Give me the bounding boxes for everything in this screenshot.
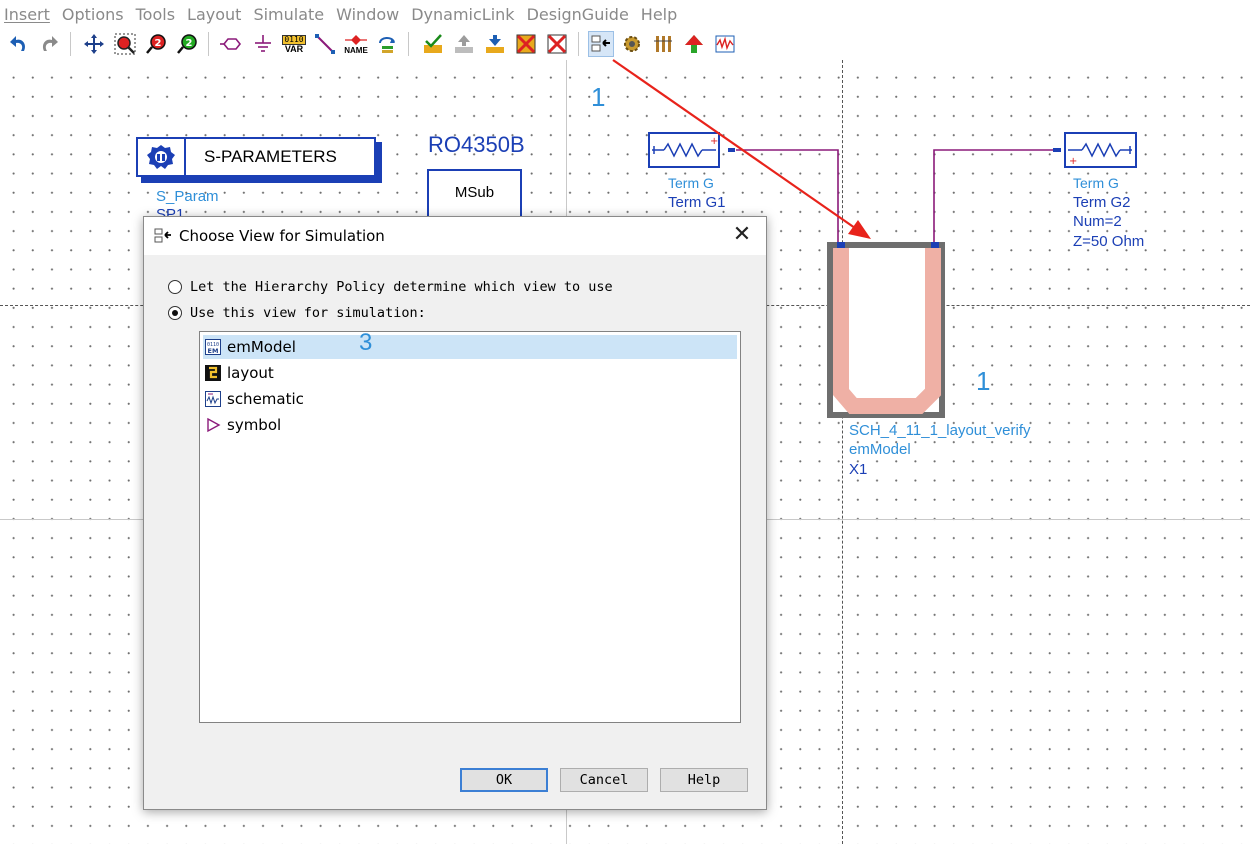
radio-button[interactable] [168,280,182,294]
list-item-label: layout [227,364,274,382]
choose-view-dialog: Choose View for Simulation ✕ Let the Hie… [143,216,767,810]
cancel-button[interactable]: Cancel [560,768,648,792]
view-list[interactable]: 0110 EM emModel layout schematic symbol [199,331,741,723]
schematic-icon [205,391,221,407]
list-item-layout[interactable]: layout [203,361,737,385]
list-item-label: symbol [227,416,282,434]
radio-hierarchy-policy[interactable]: Let the Hierarchy Policy determine which… [168,279,613,295]
layout-icon [205,365,221,381]
list-item-label: schematic [227,390,304,408]
radio-use-view[interactable]: Use this view for simulation: [168,305,426,321]
list-item-symbol[interactable]: symbol [203,413,737,437]
em-model-icon: 0110 EM [205,339,221,355]
radio-button-checked[interactable] [168,306,182,320]
close-icon[interactable]: ✕ [730,224,754,248]
symbol-icon [205,417,221,433]
list-item-schematic[interactable]: schematic [203,387,737,411]
radio-label: Use this view for simulation: [190,305,426,321]
help-button[interactable]: Help [660,768,748,792]
ok-button[interactable]: OK [460,768,548,792]
list-item-label: emModel [227,338,296,356]
list-item-emmodel[interactable]: 0110 EM emModel [203,335,737,359]
dialog-title: Choose View for Simulation [179,227,385,245]
step-annotation: 3 [359,329,373,356]
svg-text:EM: EM [208,347,219,355]
choose-view-icon [154,227,172,245]
radio-label: Let the Hierarchy Policy determine which… [190,279,613,295]
dialog-titlebar[interactable]: Choose View for Simulation ✕ [144,217,766,255]
